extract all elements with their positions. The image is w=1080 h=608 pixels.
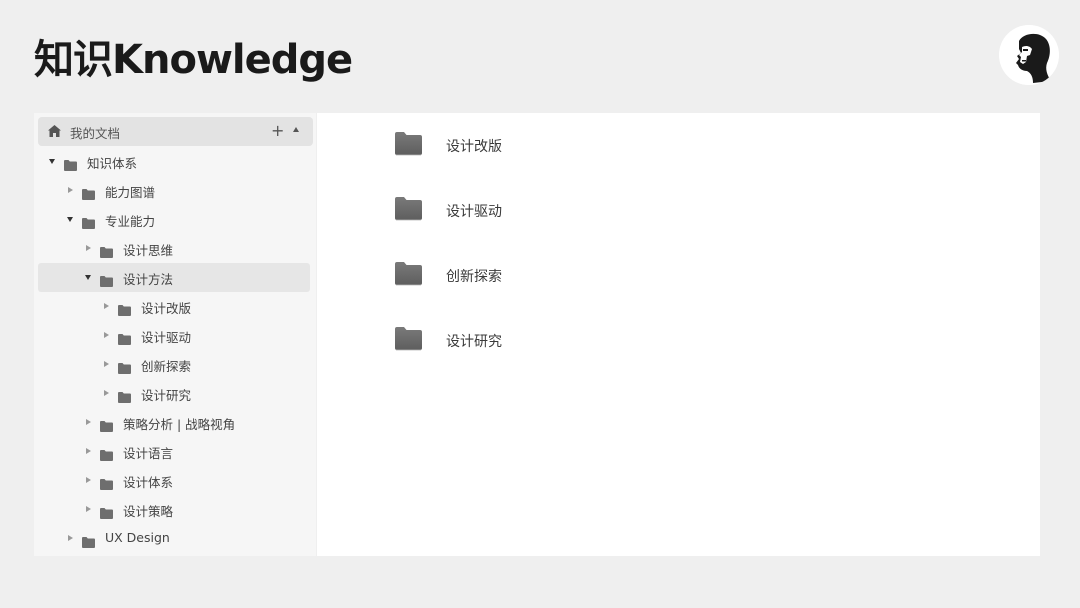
- content-folder-label: 设计研究: [446, 334, 502, 350]
- tree-item[interactable]: 能力图谱: [38, 176, 310, 205]
- folder-icon: [64, 156, 77, 171]
- caret-right-icon[interactable]: [86, 245, 91, 251]
- avatar-portrait-icon: [999, 25, 1059, 85]
- folder-icon: [395, 327, 422, 351]
- caret-right-icon[interactable]: [86, 419, 91, 425]
- caret-right-icon[interactable]: [86, 477, 91, 483]
- tree-item[interactable]: 知识体系: [38, 147, 310, 176]
- folder-icon: [100, 272, 113, 287]
- content-folder-item[interactable]: 创新探索: [395, 262, 695, 292]
- folder-icon: [100, 446, 113, 461]
- tree-item[interactable]: 专业能力: [38, 205, 310, 234]
- folder-icon: [395, 197, 422, 221]
- content-folder-label: 设计改版: [446, 139, 502, 155]
- folder-icon: [82, 214, 95, 229]
- tree-item-label: 设计改版: [141, 301, 192, 316]
- tree-item-label: 专业能力: [105, 214, 156, 229]
- tree-item[interactable]: 设计策略: [38, 495, 310, 524]
- caret-down-icon[interactable]: [49, 159, 55, 164]
- folder-icon: [118, 330, 131, 345]
- home-icon: [48, 125, 61, 137]
- content-folder-item[interactable]: 设计驱动: [395, 197, 695, 227]
- content-folder-item[interactable]: 设计研究: [395, 327, 695, 357]
- tree-item-label: 设计语言: [123, 446, 174, 461]
- tree-item-label: UX Design: [105, 530, 170, 545]
- folder-icon: [100, 504, 113, 519]
- page-title: 知识Knowledge: [34, 37, 353, 83]
- tree-item-label: 创新探索: [141, 359, 192, 374]
- caret-right-icon[interactable]: [68, 535, 73, 541]
- tree-item-label: 设计驱动: [141, 330, 192, 345]
- tree-item[interactable]: 策略分析 | 战略视角: [38, 408, 310, 437]
- folder-icon: [82, 185, 95, 200]
- folder-icon: [82, 533, 95, 548]
- content-folder-item[interactable]: 设计改版: [395, 132, 695, 162]
- content-folder-label: 设计驱动: [446, 204, 502, 220]
- folder-icon: [395, 262, 422, 286]
- folder-icon: [100, 417, 113, 432]
- folder-icon: [100, 475, 113, 490]
- tree-item-label: 知识体系: [87, 156, 138, 171]
- caret-right-icon[interactable]: [104, 390, 109, 396]
- collapse-up-icon[interactable]: [293, 127, 299, 132]
- caret-right-icon[interactable]: [104, 332, 109, 338]
- sidebar-root-label: 我的文档: [70, 126, 121, 141]
- tree-item[interactable]: 设计研究: [38, 379, 310, 408]
- tree-item-label: 能力图谱: [105, 185, 156, 200]
- document-tree-sidebar: 我的文档 + 知识体系能力图谱专业能力设计思维设计方法设计改版设计驱动创新探索设…: [34, 113, 316, 556]
- tree-item[interactable]: 创新探索: [38, 350, 310, 379]
- caret-right-icon[interactable]: [86, 448, 91, 454]
- tree-item-label: 设计方法: [123, 272, 174, 287]
- folder-icon: [100, 243, 113, 258]
- tree-item[interactable]: 设计驱动: [38, 321, 310, 350]
- caret-down-icon[interactable]: [67, 217, 73, 222]
- folder-icon: [118, 388, 131, 403]
- tree-item[interactable]: 设计方法: [38, 263, 310, 292]
- tree-item-label: 设计策略: [123, 504, 174, 519]
- sidebar-root-my-documents[interactable]: 我的文档 +: [38, 117, 313, 146]
- caret-right-icon[interactable]: [86, 506, 91, 512]
- tree-item[interactable]: 设计语言: [38, 437, 310, 466]
- caret-right-icon[interactable]: [68, 187, 73, 193]
- tree-item[interactable]: 设计思维: [38, 234, 310, 263]
- tree-item[interactable]: 设计改版: [38, 292, 310, 321]
- tree-item-label: 设计体系: [123, 475, 174, 490]
- tree-item[interactable]: 设计体系: [38, 466, 310, 495]
- tree-item-label: 设计研究: [141, 388, 192, 403]
- tree-item-label: 设计思维: [123, 243, 174, 258]
- tree-item[interactable]: UX Design: [38, 524, 310, 553]
- tree-item-label: 策略分析 | 战略视角: [123, 417, 236, 432]
- folder-icon: [395, 132, 422, 156]
- folder-icon: [118, 301, 131, 316]
- plus-icon[interactable]: +: [271, 123, 284, 139]
- folder-content-panel: 设计改版设计驱动创新探索设计研究: [317, 113, 1040, 556]
- avatar[interactable]: [999, 25, 1059, 85]
- content-folder-label: 创新探索: [446, 269, 502, 285]
- caret-right-icon[interactable]: [104, 361, 109, 367]
- caret-down-icon[interactable]: [85, 275, 91, 280]
- caret-right-icon[interactable]: [104, 303, 109, 309]
- folder-icon: [118, 359, 131, 374]
